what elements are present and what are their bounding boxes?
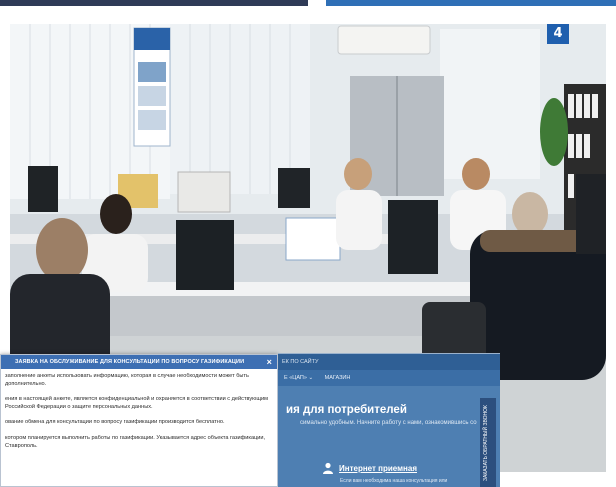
top-image-strip	[0, 0, 308, 6]
nav-item-shop[interactable]: МАГАЗИН	[325, 375, 351, 381]
screen: 4 ЗАЯВКА НА ОБСЛУЖИВАНИЕ ДЛЯ КОНСУЛЬТАЦИ…	[0, 0, 616, 487]
internet-reception-description: Если вам необходима наша консультация ил…	[340, 478, 448, 484]
wall-number-sign: 4	[547, 24, 569, 44]
callback-tab-label: ЗАКАЗАТЬ ОБРАТНЫЙ ЗВОНОК	[483, 405, 489, 481]
modal-title: ЗАЯВКА НА ОБСЛУЖИВАНИЕ ДЛЯ КОНСУЛЬТАЦИИ …	[15, 359, 245, 365]
site-sub-nav: Е «ЦАП» ⌄ МАГАЗИН	[278, 370, 500, 386]
modal-text-line: дополнительно.	[5, 380, 47, 387]
modal-text-line: ование обмена для консультации по вопрос…	[5, 419, 225, 426]
close-icon[interactable]: ×	[267, 355, 272, 369]
site-heading: ия для потребителей	[286, 404, 407, 416]
internet-reception-link-row[interactable]: Интернет приемная	[322, 462, 417, 474]
modal-text-line: Российской Федерации о защите персональн…	[5, 403, 153, 410]
top-banner-strip	[326, 0, 616, 6]
modal-text-line: заполнение анкеты использовать информаци…	[5, 373, 249, 379]
internet-reception-link[interactable]: Интернет приемная	[339, 464, 417, 473]
modal-body: заполнение анкеты использовать информаци…	[1, 369, 277, 454]
gasification-request-modal: ЗАЯВКА НА ОБСЛУЖИВАНИЕ ДЛЯ КОНСУЛЬТАЦИИ …	[0, 354, 278, 487]
modal-header: ЗАЯВКА НА ОБСЛУЖИВАНИЕ ДЛЯ КОНСУЛЬТАЦИИ …	[1, 355, 277, 369]
site-subtitle: симально удобным. Начните работу с нами,…	[300, 420, 477, 426]
modal-text-line: ения в настоящей анкете, является конфид…	[5, 396, 268, 403]
site-top-nav[interactable]: ЕК ПО САЙТУ	[278, 354, 500, 370]
nav-item-cap[interactable]: Е «ЦАП» ⌄	[284, 375, 313, 381]
modal-text-line: Ставрополь.	[5, 442, 38, 449]
modal-text-line: котором планируется выполнить работы по …	[5, 434, 266, 441]
callback-tab[interactable]: ЗАКАЗАТЬ ОБРАТНЫЙ ЗВОНОК	[480, 398, 496, 487]
website-panel: ЕК ПО САЙТУ Е «ЦАП» ⌄ МАГАЗИН ия для пот…	[278, 353, 500, 487]
person-icon	[323, 462, 333, 474]
